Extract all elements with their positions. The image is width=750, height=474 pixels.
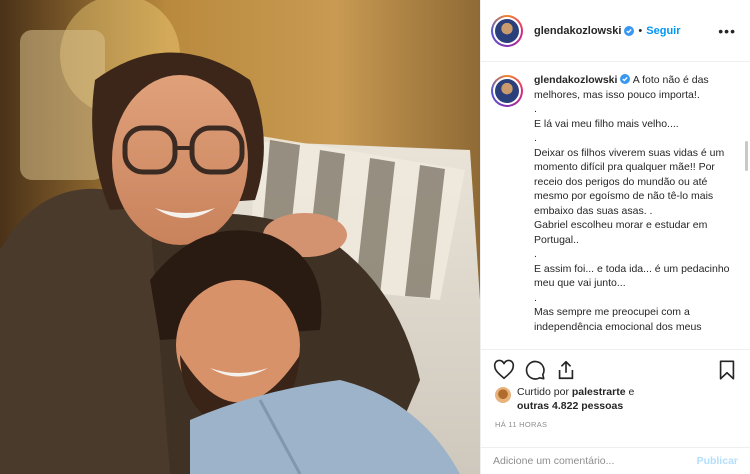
caption-line-3: . <box>534 132 537 144</box>
heart-icon[interactable] <box>493 359 515 381</box>
liker-avatar[interactable] <box>495 387 511 403</box>
post-timestamp[interactable]: HÁ 11 HORAS <box>495 420 547 429</box>
action-bar <box>481 349 750 387</box>
more-options-icon[interactable]: ••• <box>718 23 736 39</box>
caption-avatar[interactable] <box>491 75 523 107</box>
caption-line-6: . <box>534 248 537 260</box>
liker-username[interactable]: palestrarte <box>572 386 626 398</box>
caption-line-1: . <box>534 103 537 115</box>
caption-line-2: E lá vai meu filho mais velho.... <box>534 117 679 130</box>
caption-line-4: Deixar os filhos viverem suas vidas é um… <box>534 146 728 217</box>
caption-line-5: Gabriel escolheu morar e estudar em Port… <box>534 219 711 246</box>
header-separator: • <box>638 24 643 37</box>
likes-summary: Curtido por palestrarte e outras 4.822 p… <box>495 385 687 413</box>
caption-row: glendakozlowski A foto não é das melhore… <box>491 73 738 334</box>
likes-others-link[interactable]: outras 4.822 pessoas <box>517 400 623 412</box>
author-avatar[interactable] <box>491 14 523 47</box>
comment-input[interactable] <box>493 455 697 467</box>
caption-line-9: Mas sempre me preocupei com a independên… <box>534 306 702 333</box>
post-photo-image <box>0 0 480 474</box>
caption-text: glendakozlowski A foto não é das melhore… <box>534 73 734 334</box>
verified-badge-icon <box>624 25 635 36</box>
caption-line-7: E assim foi... e toda ida... é um pedaci… <box>534 262 733 290</box>
caption-username[interactable]: glendakozlowski <box>534 74 617 86</box>
caption-area: glendakozlowski A foto não é das melhore… <box>481 63 750 345</box>
caption-scrollbar[interactable] <box>745 141 748 171</box>
post-photo[interactable] <box>0 0 480 474</box>
follow-button[interactable]: Seguir <box>646 25 680 37</box>
post-side-panel: glendakozlowski • Seguir ••• glendakozlo… <box>480 0 750 474</box>
verified-badge-icon <box>620 74 631 84</box>
caption-line: glendakozlowski A foto não é das melhore… <box>534 73 734 102</box>
publish-button[interactable]: Publicar <box>697 455 738 467</box>
author-username[interactable]: glendakozlowski <box>534 25 621 37</box>
share-icon[interactable] <box>555 359 577 381</box>
caption-line-8: . <box>534 291 537 304</box>
likes-middle: e <box>625 386 635 398</box>
likes-prefix: Curtido por <box>517 386 572 398</box>
comment-icon[interactable] <box>524 359 546 381</box>
likes-text: Curtido por palestrarte e outras 4.822 p… <box>517 385 687 413</box>
comment-box: Publicar <box>481 447 750 474</box>
post-header: glendakozlowski • Seguir ••• <box>481 0 750 62</box>
bookmark-icon[interactable] <box>716 359 738 381</box>
